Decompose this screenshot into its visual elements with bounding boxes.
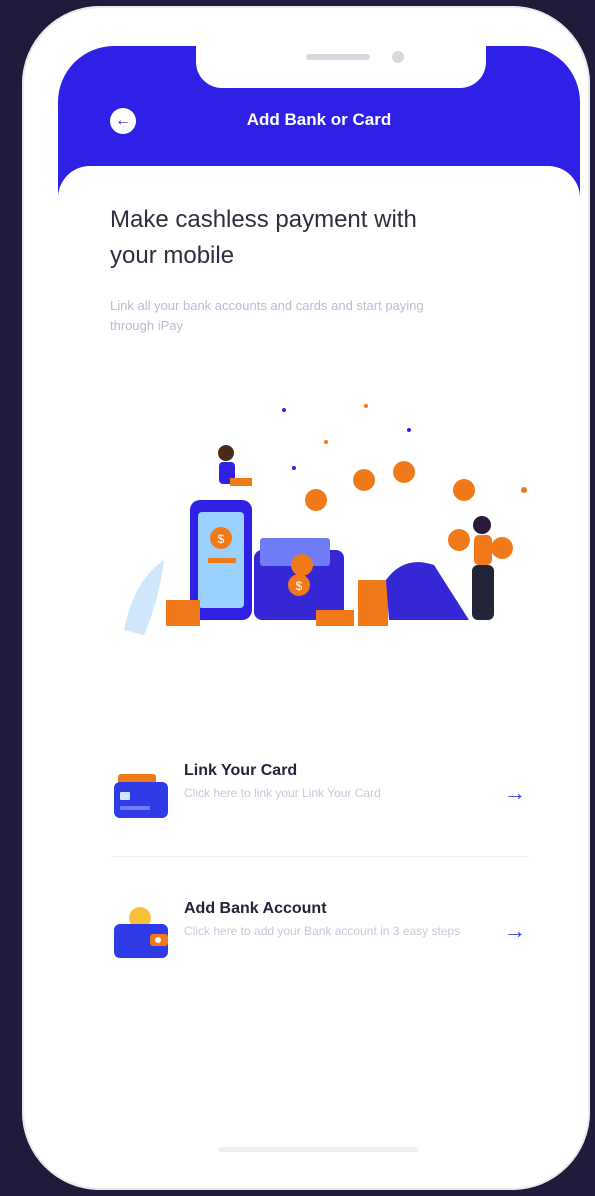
speaker-grille (306, 54, 370, 60)
phone-frame: ← Add Bank or Card Make cashless payment… (22, 6, 590, 1190)
add-bank-title: Add Bank Account (184, 900, 327, 917)
add-bank-description: Click here to add your Bank account in 3… (184, 924, 461, 938)
svg-text:$: $ (296, 579, 303, 593)
payment-illustration: $ $ (124, 404, 527, 635)
app-screen: ← Add Bank or Card Make cashless payment… (58, 46, 580, 1164)
add-bank-option[interactable]: Add Bank Account Click here to add your … (110, 900, 540, 976)
phone-notch (196, 46, 486, 88)
card-wallet-icon (114, 774, 168, 818)
wallet-coin-icon (114, 907, 168, 958)
intro-subtitle: Link all your bank accounts and cards an… (110, 298, 424, 333)
page-title: Add Bank or Card (246, 110, 392, 129)
link-card-option[interactable]: Link Your Card Click here to link your L… (110, 762, 540, 838)
svg-text:$: $ (218, 532, 225, 546)
link-card-title: Link Your Card (184, 762, 298, 779)
camera-dot (392, 51, 404, 63)
arrow-right-icon[interactable]: → (504, 918, 526, 944)
option-divider (110, 856, 530, 857)
home-indicator[interactable] (218, 1147, 418, 1152)
content-card: Make cashless payment with your mobile L… (58, 166, 580, 1164)
intro-headline: Make cashless payment with your mobile (110, 206, 417, 269)
arrow-right-icon[interactable]: → (504, 780, 526, 806)
link-card-description: Click here to link your Link Your Card (184, 786, 381, 800)
